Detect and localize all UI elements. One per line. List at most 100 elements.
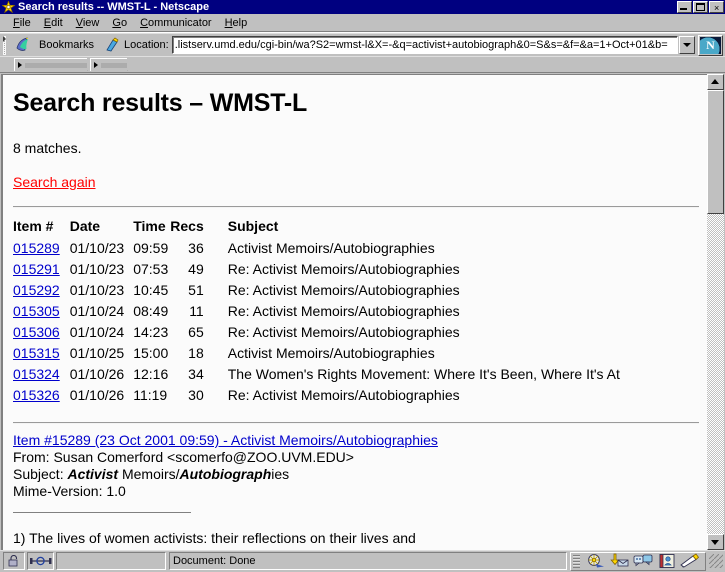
row-subject: Re: Activist Memoirs/Autobiographies (227, 324, 460, 340)
row-time: 12:16 (133, 366, 169, 382)
minimize-button[interactable] (677, 1, 692, 13)
message-body-line: 1) The lives of women activists: their r… (13, 530, 699, 546)
row-item-number[interactable]: 015291 (13, 259, 70, 280)
menu-go[interactable]: Go (106, 15, 134, 31)
row-date: 01/10/25 (69, 345, 125, 361)
row-subject: Re: Activist Memoirs/Autobiographies (227, 282, 460, 298)
message-mime-line: Mime-Version: 1.0 (13, 483, 126, 499)
body-text-prefix: 1) The lives of women (13, 530, 154, 546)
url-input-wrapper[interactable] (171, 36, 678, 54)
row-subject: Re: Activist Memoirs/Autobiographies (227, 261, 460, 277)
table-header-row: Item # Date Time Recs Subject (13, 218, 620, 238)
personal-toolbar-tab-2[interactable] (90, 58, 134, 72)
menu-file[interactable]: File (7, 15, 38, 31)
location-page-icon (104, 37, 121, 54)
online-status-indicator[interactable] (27, 552, 54, 570)
row-recs: 36 (188, 240, 204, 256)
page-title: Search results – WMST-L (13, 89, 308, 117)
row-time: 14:23 (133, 324, 169, 340)
item-link[interactable]: 015289 (13, 240, 60, 256)
row-item-number[interactable]: 015289 (13, 238, 70, 259)
menu-bar: File Edit View Go Communicator Help (0, 14, 725, 32)
table-row: 015305 01/10/24 08:49 11 Re: Activist Me… (13, 301, 620, 322)
column-header-recs[interactable]: Recs (170, 218, 227, 238)
table-row: 015306 01/10/24 14:23 65 Re: Activist Me… (13, 322, 620, 343)
search-again-line: Search again (13, 174, 699, 190)
component-bar (570, 551, 706, 571)
table-row: 015291 01/10/23 07:53 49 Re: Activist Me… (13, 259, 620, 280)
highlight-term-activist-body: activist (153, 530, 197, 546)
component-bar-grip[interactable] (573, 554, 580, 568)
inbox-icon[interactable] (607, 553, 631, 570)
scrollbar-track[interactable] (707, 90, 724, 534)
bookmarks-button[interactable]: Bookmarks (12, 35, 98, 56)
row-item-number[interactable]: 015306 (13, 322, 70, 343)
personal-toolbar (0, 56, 725, 72)
item-link[interactable]: 015306 (13, 324, 60, 340)
security-lock-indicator[interactable] (3, 552, 25, 570)
row-recs: 18 (188, 345, 204, 361)
item-link[interactable]: 015315 (13, 345, 60, 361)
item-link[interactable]: 015324 (13, 366, 60, 382)
address-book-icon[interactable] (655, 553, 679, 570)
item-link[interactable]: 015292 (13, 282, 60, 298)
item-link[interactable]: 015291 (13, 261, 60, 277)
row-recs: 65 (188, 324, 204, 340)
message-header-link-line: Item #15289 (23 Oct 2001 09:59) - Activi… (13, 432, 699, 449)
message-subject-label: Subject: (13, 466, 68, 482)
discussions-icon[interactable] (631, 553, 655, 570)
column-header-time[interactable]: Time (133, 218, 170, 238)
scroll-down-button[interactable] (707, 534, 724, 550)
row-item-number[interactable]: 015315 (13, 343, 70, 364)
item-link[interactable]: 015305 (13, 303, 60, 319)
toolbar-grip-handle[interactable] (2, 35, 9, 55)
url-input[interactable] (172, 38, 677, 52)
row-item-number[interactable]: 015305 (13, 301, 70, 322)
status-bar: Document: Done (0, 550, 725, 572)
window-resize-grip[interactable] (709, 554, 723, 568)
column-header-subject[interactable]: Subject (228, 218, 620, 238)
close-button[interactable]: × (709, 1, 724, 13)
message-subject-mid: Memoirs/ (118, 466, 180, 482)
menu-communicator[interactable]: Communicator (134, 15, 219, 31)
row-item-number[interactable]: 015324 (13, 364, 70, 385)
row-subject: Re: Activist Memoirs/Autobiographies (227, 303, 460, 319)
highlight-term-autobiograph: Autobiograph (179, 466, 272, 482)
window-title: Search results -- WMST-L - Netscape (18, 1, 210, 13)
composer-icon[interactable] (679, 553, 703, 570)
match-count: 8 matches. (13, 140, 82, 156)
scrollbar-thumb[interactable] (707, 90, 724, 214)
netscape-logo-button[interactable]: N (698, 34, 723, 56)
column-header-item[interactable]: Item # (13, 218, 70, 238)
row-date: 01/10/26 (69, 366, 125, 382)
row-item-number[interactable]: 015326 (13, 385, 70, 406)
scroll-up-button[interactable] (707, 74, 724, 90)
row-recs: 49 (188, 261, 204, 277)
search-again-link[interactable]: Search again (13, 174, 96, 190)
maximize-button[interactable] (693, 1, 708, 13)
row-date: 01/10/24 (69, 303, 125, 319)
vertical-scrollbar[interactable] (707, 74, 724, 550)
row-time: 10:45 (133, 282, 169, 298)
url-history-dropdown-button[interactable] (679, 36, 695, 54)
bookmark-flag-icon (14, 36, 36, 54)
menu-help[interactable]: Help (219, 15, 255, 31)
item-link[interactable]: 015326 (13, 387, 60, 403)
netscape-logo-letter: N (706, 38, 715, 52)
document-status: Document: Done (169, 552, 567, 570)
navigator-icon[interactable] (583, 553, 607, 570)
column-header-date[interactable]: Date (70, 218, 134, 238)
row-item-number[interactable]: 015292 (13, 280, 70, 301)
content-area: Search results – WMST-L 8 matches. Searc… (0, 72, 725, 550)
divider-above-results (13, 206, 699, 208)
row-time: 08:49 (133, 303, 169, 319)
message-item-link[interactable]: Item #15289 (23 Oct 2001 09:59) - Activi… (13, 432, 438, 448)
table-row: 015292 01/10/23 10:45 51 Re: Activist Me… (13, 280, 620, 301)
netscape-star-icon (2, 1, 15, 13)
row-subject: Activist Memoirs/Autobiographies (227, 345, 435, 361)
menu-edit[interactable]: Edit (38, 15, 70, 31)
body-text-tail: s: their reflections on their lives and (196, 530, 416, 546)
menu-view[interactable]: View (70, 15, 107, 31)
table-row: 015289 01/10/23 09:59 36 Activist Memoir… (13, 238, 620, 259)
personal-toolbar-tab-1[interactable] (14, 58, 94, 72)
